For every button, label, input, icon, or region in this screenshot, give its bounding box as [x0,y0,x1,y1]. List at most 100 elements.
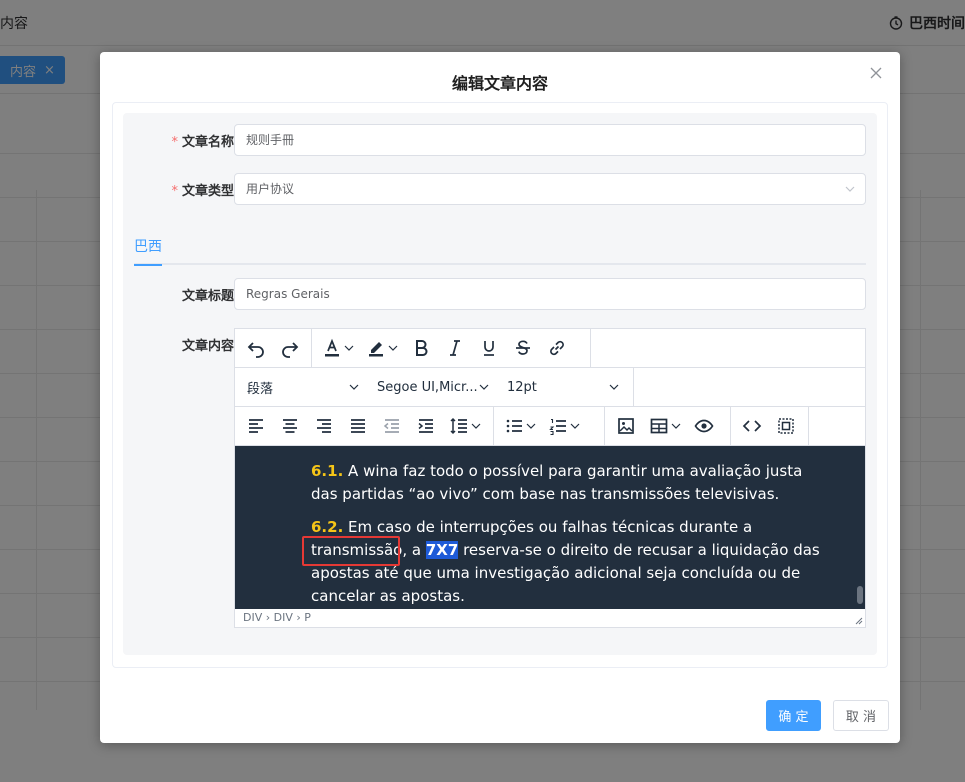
toolbar-row-1 [235,329,865,368]
bold-icon [416,340,428,356]
align-justify-icon [351,419,365,433]
italic-icon [450,340,460,356]
visual-blocks-button[interactable] [769,411,803,441]
strikethrough-button[interactable] [506,333,540,363]
paragraph-6-1[interactable]: 6.1. A wina faz todo o possível para gar… [311,460,821,506]
chevron-down-icon [471,423,481,429]
strikethrough-icon [516,340,530,355]
chevron-down-icon [609,384,619,390]
dialog-body: * 文章名称 规则手冊 * 文章类型 用户协议 巴西 文章标题 Regras Ger… [112,102,888,668]
align-left-icon [249,419,263,433]
redo-icon [282,342,299,358]
selected-text[interactable]: 7X7 [425,541,459,559]
table-button[interactable] [643,411,687,441]
history-group [235,329,312,367]
language-tabs: 巴西 [134,233,866,266]
toolbar-row-3 [235,407,865,446]
article-content-label: 文章内容 [181,339,234,354]
source-code-button[interactable] [735,411,769,441]
numbered-list-icon [549,418,566,436]
italic-button[interactable] [438,333,472,363]
tab-brazil[interactable]: 巴西 [134,236,162,266]
undo-button[interactable] [239,333,273,363]
line-height-button[interactable] [443,411,487,441]
article-title-row: 文章标题 Regras Gerais [123,278,877,310]
article-title-input[interactable]: Regras Gerais [234,278,866,310]
confirm-button[interactable]: 确 定 [766,700,821,731]
align-right-button[interactable] [307,411,341,441]
chevron-down-icon [479,384,489,390]
undo-icon [247,342,264,358]
article-name-row: * 文章名称 规则手冊 [123,124,877,156]
eye-icon [694,419,714,433]
required-mark: * [171,184,178,199]
align-center-button[interactable] [273,411,307,441]
underline-icon [484,341,494,356]
code-icon [742,420,762,432]
preview-button[interactable] [687,411,721,441]
article-type-row: * 文章类型 用户协议 [123,173,877,205]
align-center-icon [283,419,297,433]
annotation-highlight-box [302,536,400,566]
align-justify-button[interactable] [341,411,375,441]
link-button[interactable] [540,333,574,363]
block-format-select[interactable]: 段落 [235,372,367,402]
article-type-value: 用户协议 [246,182,295,196]
line-height-icon [450,417,467,435]
link-icon [550,340,564,356]
article-type-select[interactable]: 用户协议 [234,173,866,205]
font-size-select[interactable]: 12pt [495,372,627,402]
toolbar-row-2: 段落 Segoe UI,Micr... 12pt [235,368,865,407]
select-all-icon [778,418,794,434]
chevron-down-icon [349,384,359,390]
chevron-down-icon [671,423,681,429]
edit-article-dialog: 编辑文章内容 * 文章名称 规则手冊 * 文章类型 用户协议 巴西 文章标题 Reg [100,52,900,743]
table-icon [650,418,668,434]
rich-text-editor: 段落 Segoe UI,Micr... 12pt 6.1. A wina faz… [234,328,866,628]
bullet-list-button[interactable] [498,411,542,441]
chevron-down-icon [526,423,536,429]
redo-button[interactable] [273,333,307,363]
text-color-icon [325,338,339,357]
align-right-icon [317,419,331,433]
chevron-down-icon [845,186,855,192]
image-icon [618,418,634,434]
article-title-label: 文章标题 [181,289,234,304]
content-scrollbar[interactable] [857,586,863,604]
insert-group [605,407,731,445]
source-group [731,407,809,445]
article-name-input[interactable]: 规则手冊 [234,124,866,156]
required-mark: * [171,135,178,150]
underline-button[interactable] [472,333,506,363]
dialog-title: 编辑文章内容 [451,74,548,93]
article-name-label: * 文章名称 [171,135,234,150]
font-family-select[interactable]: Segoe UI,Micr... [365,372,497,402]
outdent-icon [383,419,399,433]
list-group [494,407,605,445]
highlighter-icon [369,342,383,357]
image-button[interactable] [609,411,643,441]
resize-handle-icon[interactable] [855,617,863,625]
numbered-list-button[interactable] [542,411,586,441]
article-type-label: * 文章类型 [171,184,234,199]
close-icon[interactable] [868,66,884,82]
font-size-value: 12pt [507,379,537,395]
bullet-list-icon [506,419,522,433]
highlight-color-button[interactable] [360,333,404,363]
alignment-group [235,407,494,445]
editor-content[interactable]: 6.1. A wina faz todo o possível para gar… [235,446,865,609]
outdent-button[interactable] [375,411,409,441]
chevron-down-icon [344,345,354,351]
bold-button[interactable] [404,333,438,363]
align-left-button[interactable] [239,411,273,441]
chevron-down-icon [388,345,398,351]
cancel-button[interactable]: 取 消 [833,700,889,731]
element-path-statusbar[interactable]: DIV › DIV › P [235,609,865,627]
indent-button[interactable] [409,411,443,441]
text-color-button[interactable] [316,333,360,363]
form-panel: * 文章名称 规则手冊 * 文章类型 用户协议 巴西 文章标题 Regras Ger… [123,113,877,655]
indent-icon [418,419,433,433]
format-group [312,329,591,367]
block-format-value: 段落 [247,381,274,397]
font-family-value: Segoe UI,Micr... [377,379,478,395]
